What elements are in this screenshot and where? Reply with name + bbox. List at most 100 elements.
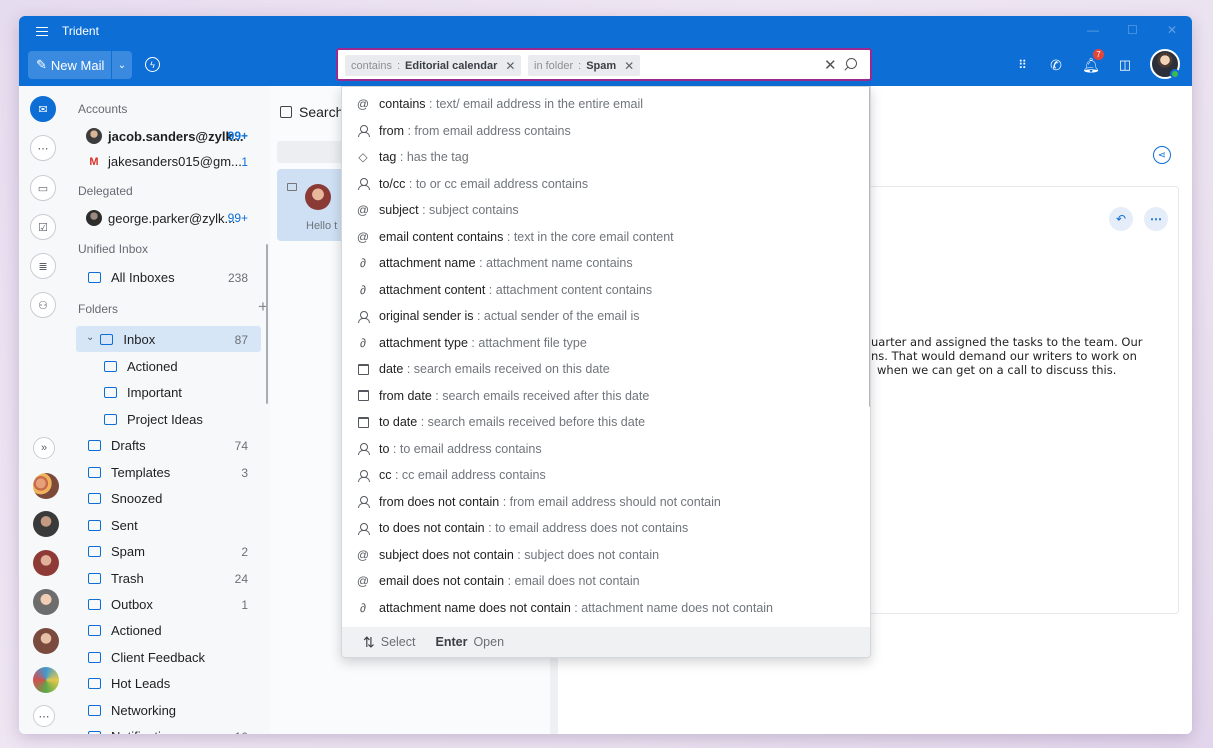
suggestion-item[interactable]: original sender is : actual sender of th… bbox=[342, 303, 870, 329]
paperclip-icon: ∂ bbox=[360, 600, 366, 615]
folder-item[interactable]: Networking bbox=[67, 697, 270, 723]
calendar-icon bbox=[356, 390, 370, 401]
suggestion-separator: : bbox=[473, 309, 484, 323]
suggestion-item[interactable]: to : to email address contains bbox=[342, 436, 870, 462]
suggestion-description: to email address does not contains bbox=[495, 521, 689, 535]
panel-toggle-icon[interactable]: ◫ bbox=[1116, 56, 1134, 74]
minimize-icon[interactable]: — bbox=[1087, 23, 1099, 37]
close-window-icon[interactable]: ✕ bbox=[1167, 23, 1177, 37]
at-sign-icon: @ bbox=[356, 203, 370, 217]
suggestion-item[interactable]: date : search emails received on this da… bbox=[342, 356, 870, 382]
tasks-icon[interactable]: ☑ bbox=[30, 214, 56, 240]
apps-grid-icon[interactable]: ⠿ bbox=[1013, 56, 1031, 74]
inbox-icon bbox=[88, 271, 101, 283]
chat-bubble-icon[interactable]: ⋯ bbox=[33, 705, 55, 727]
suggestion-item[interactable]: to/cc : to or cc email address contains bbox=[342, 171, 870, 197]
suggestion-separator: : bbox=[504, 574, 515, 588]
suggestion-description: subject does not contain bbox=[524, 547, 660, 562]
folder-label: Important bbox=[127, 384, 182, 400]
suggestion-description: from email address contains bbox=[414, 123, 571, 138]
folder-item[interactable]: Snoozed bbox=[67, 485, 270, 511]
hamburger-menu-icon[interactable] bbox=[36, 27, 48, 36]
suggestion-item[interactable]: to does not contain : to email address d… bbox=[342, 515, 870, 541]
remove-chip-icon[interactable]: ✕ bbox=[505, 59, 515, 73]
suggestion-item[interactable]: ∂ attachment name : attachment name conta… bbox=[342, 250, 870, 276]
panel-icon[interactable] bbox=[280, 106, 292, 118]
contact-avatar[interactable] bbox=[33, 589, 59, 615]
search-icon[interactable] bbox=[846, 58, 857, 69]
more-options-icon[interactable]: ⋯ bbox=[1144, 207, 1168, 231]
folder-label: Trash bbox=[111, 570, 144, 586]
suggestion-key: original sender is bbox=[379, 309, 474, 323]
suggestion-separator: : bbox=[417, 415, 428, 429]
reply-icon[interactable]: ↶ bbox=[1109, 207, 1133, 231]
suggestion-item[interactable]: from does not contain : from email addre… bbox=[342, 489, 870, 515]
folder-item[interactable]: Outbox bbox=[67, 591, 270, 617]
expand-rail-icon[interactable]: » bbox=[33, 437, 55, 459]
account-item[interactable]: jacob.sanders@zylk... bbox=[86, 128, 244, 144]
notes-icon[interactable]: ≣ bbox=[30, 253, 56, 279]
select-hint: Select bbox=[380, 635, 416, 649]
folder-item[interactable]: Sent bbox=[67, 512, 270, 538]
group-avatar[interactable] bbox=[33, 667, 59, 693]
new-mail-dropdown-button[interactable]: ⌄ bbox=[111, 51, 132, 79]
search-bar[interactable]: contains : Editorial calendar ✕ in folde… bbox=[336, 48, 872, 81]
folder-item[interactable]: Actioned bbox=[67, 617, 270, 643]
remove-chip-icon[interactable]: ✕ bbox=[624, 59, 634, 73]
folder-item[interactable]: Project Ideas bbox=[67, 406, 270, 432]
search-chip-contains[interactable]: contains : Editorial calendar ✕ bbox=[345, 55, 522, 76]
paperclip-icon: ∂ bbox=[360, 256, 366, 270]
account-item[interactable]: M jakesanders015@gm... bbox=[86, 154, 241, 169]
message-body-line: when we can get on a call to discuss thi… bbox=[877, 363, 1117, 377]
search-chip-in-folder[interactable]: in folder : Spam ✕ bbox=[528, 55, 641, 76]
contacts-icon[interactable]: ⚇ bbox=[30, 292, 56, 318]
suggestion-item[interactable]: ◇ tag : has the tag bbox=[342, 144, 870, 170]
person-icon bbox=[356, 469, 370, 482]
chat-icon[interactable]: ⋯ bbox=[30, 135, 56, 161]
contact-avatar[interactable] bbox=[33, 550, 59, 576]
suggestion-key: email content contains bbox=[379, 229, 504, 244]
clear-search-icon[interactable]: ✕ bbox=[824, 56, 837, 74]
suggestions-scrollbar[interactable] bbox=[869, 87, 870, 407]
unread-count: 99+ bbox=[227, 211, 248, 225]
suggestion-item[interactable]: @ subject does not contain : subject does… bbox=[342, 542, 870, 568]
contact-avatar[interactable] bbox=[33, 511, 59, 537]
at-sign-icon: @ bbox=[356, 97, 370, 111]
share-icon[interactable]: ⋖ bbox=[1153, 146, 1171, 164]
delegated-account-item[interactable]: george.parker@zylk... bbox=[86, 210, 235, 226]
suggestion-item[interactable]: cc : cc email address contains bbox=[342, 462, 870, 488]
suggestion-item[interactable]: from date : search emails received after… bbox=[342, 383, 870, 409]
folder-item[interactable]: Hot Leads bbox=[67, 670, 270, 696]
folder-scrollbar[interactable] bbox=[266, 244, 268, 404]
mail-preview-snippet: Hello t bbox=[306, 220, 338, 232]
chevron-down-icon[interactable]: ⌄ bbox=[86, 332, 94, 343]
contact-avatar[interactable] bbox=[33, 628, 59, 654]
phone-icon[interactable]: ✆ bbox=[1047, 56, 1065, 74]
suggestion-item[interactable]: @ email content contains : text in the co… bbox=[342, 224, 870, 250]
folder-label: Inbox bbox=[123, 331, 156, 347]
folder-item[interactable]: ⌄ Inbox bbox=[76, 326, 261, 352]
suggestion-item[interactable]: from : from email address contains bbox=[342, 118, 870, 144]
suggestion-key: from bbox=[379, 123, 404, 138]
suggestion-item[interactable]: ∂ attachment name does not contain : atta… bbox=[342, 595, 870, 621]
new-mail-button[interactable]: ✎ New Mail bbox=[28, 51, 119, 79]
folder-icon bbox=[104, 386, 117, 398]
suggestion-item[interactable]: ∂ attachment content : attachment content… bbox=[342, 277, 870, 303]
suggestion-item[interactable]: to date : search emails received before … bbox=[342, 409, 870, 435]
quick-actions-icon[interactable]: ϟ bbox=[145, 57, 160, 72]
suggestion-item[interactable]: @ contains : text/ email address in the e… bbox=[342, 91, 870, 117]
mail-icon[interactable]: ✉ bbox=[30, 96, 56, 122]
wallet-icon[interactable]: ▭ bbox=[30, 175, 56, 201]
suggestion-item[interactable]: @ subject : subject contains bbox=[342, 197, 870, 223]
suggestion-description: text in the core email content bbox=[513, 229, 674, 244]
folder-item[interactable]: Spam bbox=[67, 538, 270, 564]
maximize-icon[interactable]: ☐ bbox=[1127, 23, 1138, 37]
suggestion-item[interactable]: @ email does not contain : email does not… bbox=[342, 568, 870, 594]
folder-item[interactable]: Templates bbox=[67, 459, 270, 485]
contact-avatar[interactable] bbox=[33, 473, 59, 499]
folder-item[interactable]: Actioned bbox=[67, 353, 270, 379]
suggestion-item[interactable]: ∂ attachment type : attachment file type bbox=[342, 330, 870, 356]
folder-item[interactable]: Client Feedback bbox=[67, 644, 270, 670]
suggestion-description: to email address contains bbox=[399, 441, 542, 456]
folder-item[interactable]: Important bbox=[67, 379, 270, 405]
